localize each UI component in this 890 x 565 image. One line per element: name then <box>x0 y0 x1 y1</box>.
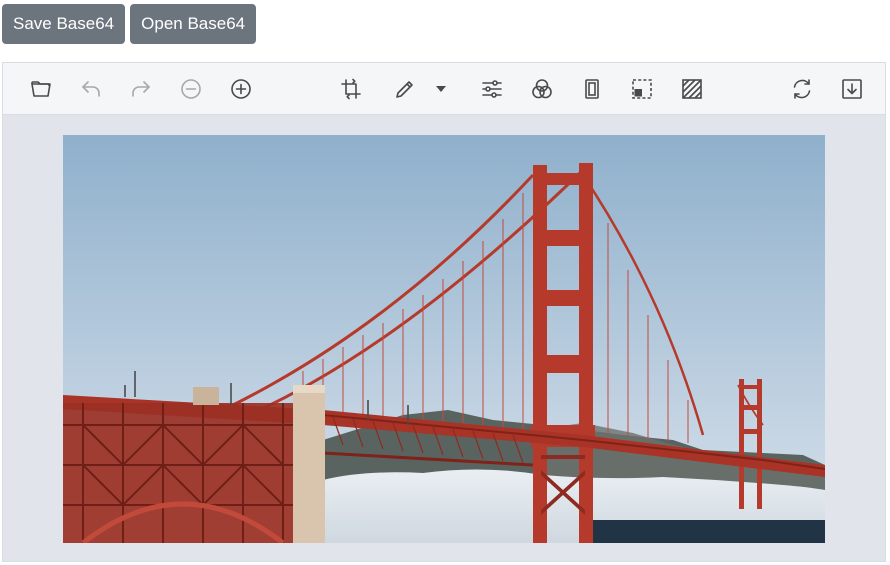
editor-toolbar <box>3 63 885 115</box>
undo-button[interactable] <box>77 75 105 103</box>
save-base64-button[interactable]: Save Base64 <box>2 4 126 44</box>
zoom-in-icon <box>229 77 253 101</box>
editor-canvas[interactable] <box>3 115 885 561</box>
zoom-out-button[interactable] <box>177 75 205 103</box>
open-file-button[interactable] <box>27 75 55 103</box>
draw-options-dropdown[interactable] <box>433 75 449 103</box>
select-region-icon <box>630 77 654 101</box>
filters-button[interactable] <box>528 75 556 103</box>
download-button[interactable] <box>838 75 866 103</box>
open-base64-button[interactable]: Open Base64 <box>130 4 257 44</box>
zoom-in-button[interactable] <box>227 75 255 103</box>
adjust-button[interactable] <box>478 75 506 103</box>
folder-open-icon <box>29 77 53 101</box>
reset-button[interactable] <box>788 75 816 103</box>
download-icon <box>840 77 864 101</box>
pencil-icon <box>393 77 417 101</box>
undo-icon <box>79 77 103 101</box>
reset-icon <box>790 77 814 101</box>
pattern-icon <box>680 77 704 101</box>
top-button-group: Save Base64 Open Base64 <box>2 4 257 44</box>
pattern-button[interactable] <box>678 75 706 103</box>
draw-button[interactable] <box>391 75 419 103</box>
crop-button[interactable] <box>337 75 365 103</box>
crop-icon <box>339 77 363 101</box>
caret-down-icon <box>434 82 448 96</box>
region-select-button[interactable] <box>628 75 656 103</box>
zoom-out-icon <box>179 77 203 101</box>
bridge-photo[interactable] <box>63 135 825 543</box>
frame-icon <box>580 77 604 101</box>
adjustments-icon <box>480 77 504 101</box>
image-editor <box>2 62 886 562</box>
redo-button[interactable] <box>127 75 155 103</box>
filters-icon <box>530 77 554 101</box>
frame-button[interactable] <box>578 75 606 103</box>
redo-icon <box>129 77 153 101</box>
